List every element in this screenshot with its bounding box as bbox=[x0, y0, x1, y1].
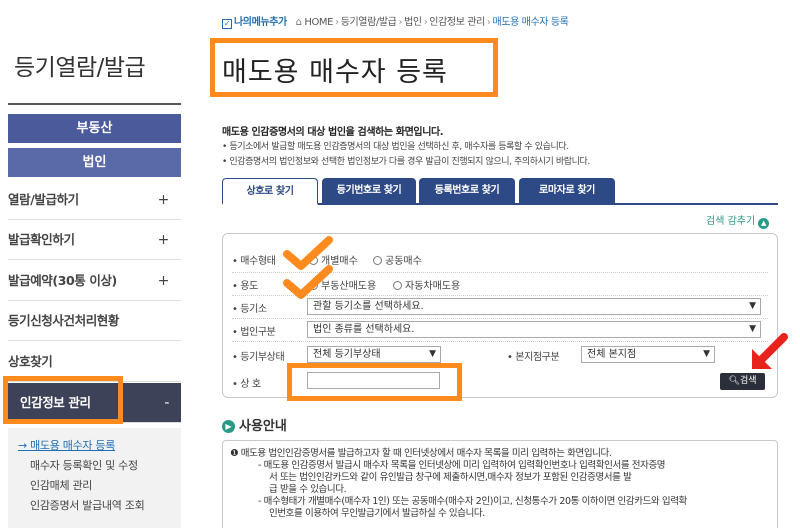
breadcrumb-corp[interactable]: 법인 bbox=[404, 17, 422, 28]
sidebar-item-label: 발급확인하기 bbox=[8, 232, 75, 247]
status-select-value: 전체 등기부상태 bbox=[313, 349, 381, 360]
usage-line: ❶ 매도용 법인인감증명서를 발급하고자 할 때 인터넷상에서 매수자 목록을 … bbox=[230, 448, 612, 459]
sidebar-item-label: 등기신청사건처리현황 bbox=[8, 313, 120, 328]
breadcrumb-current: 매도용 매수자 등록 bbox=[492, 17, 569, 28]
sidebar-title: 등기열람/발급 bbox=[14, 55, 146, 81]
highlight-name-input bbox=[287, 363, 462, 401]
usage-heading: ▶ 사용안내 bbox=[222, 415, 287, 434]
tab-by-name[interactable]: 상호로 찾기 bbox=[222, 178, 318, 205]
sidebar-btn-corp[interactable]: 법인 bbox=[8, 148, 181, 177]
description-line: • 등기소에서 발급할 매도용 인감증명서의 대상 법인을 선택하신 후, 매수… bbox=[222, 142, 569, 152]
add-my-menu-link[interactable]: 나의메뉴추가 bbox=[234, 17, 287, 28]
usage-line: 급 받을 수 있습니다. bbox=[269, 484, 347, 495]
radio-label: 자동차매도용 bbox=[405, 281, 461, 292]
chevron-up-icon: ▲ bbox=[758, 218, 770, 229]
chevron-down-icon: ▼ bbox=[429, 349, 436, 359]
office-select-value: 관할 등기소를 선택하세요. bbox=[313, 301, 424, 312]
submenu-seal-media[interactable]: 인감매체 관리 bbox=[18, 476, 181, 496]
expand-icon[interactable]: + bbox=[158, 180, 170, 220]
status-label: • 등기부상태 bbox=[232, 352, 285, 363]
sidebar-item-view-issue[interactable]: 열람/발급하기 + bbox=[8, 180, 181, 220]
status-select[interactable]: 전체 등기부상태 ▼ bbox=[307, 346, 441, 363]
chevron-right-icon: ▶ bbox=[222, 420, 235, 433]
sidebar-item-issue-check[interactable]: 발급확인하기 + bbox=[8, 220, 181, 260]
buyer-type-label: • 매수형태 bbox=[232, 256, 276, 267]
collapse-icon[interactable]: - bbox=[164, 383, 169, 423]
office-label: • 등기소 bbox=[232, 304, 267, 315]
tab-by-id-number[interactable]: 등록번호로 찾기 bbox=[419, 178, 515, 205]
corp-class-label: • 법인구분 bbox=[232, 327, 276, 338]
sidebar-item-issue-reserve[interactable]: 발급예약(30통 이상) + bbox=[8, 261, 181, 301]
submenu-issue-history[interactable]: 인감증명서 발급내역 조회 bbox=[18, 496, 181, 516]
expand-icon[interactable]: + bbox=[158, 261, 170, 301]
highlight-sidebar-seal-info bbox=[3, 376, 123, 424]
sidebar-item-label: 열람/발급하기 bbox=[8, 192, 79, 207]
description-heading: 매도용 인감증명서의 대상 법인을 검색하는 화면입니다. bbox=[222, 127, 444, 138]
highlight-page-title bbox=[210, 38, 498, 97]
breadcrumb-home[interactable]: HOME bbox=[304, 17, 333, 28]
submenu-buyer-register[interactable]: → 매도용 매수자 등록 bbox=[18, 436, 181, 456]
branch-select[interactable]: 전체 본지점 ▼ bbox=[581, 346, 715, 363]
tab-by-roman[interactable]: 로마자로 찾기 bbox=[519, 178, 615, 205]
search-button-label: 검색 bbox=[739, 376, 757, 386]
search-tabs: 상호로 찾기 등기번호로 찾기 등록번호로 찾기 로마자로 찾기 bbox=[222, 178, 778, 205]
collapse-search-label: 검색 감추기 bbox=[706, 216, 756, 227]
sidebar-item-label: 발급예약(30통 이상) bbox=[8, 273, 117, 288]
arrow-icon bbox=[752, 333, 788, 369]
submenu-buyer-check[interactable]: 매수자 등록확인 및 수정 bbox=[18, 456, 181, 476]
corp-class-select[interactable]: 법인 종류를 선택하세요. ▼ bbox=[307, 321, 761, 338]
usage-title-text: 사용안내 bbox=[239, 419, 287, 434]
search-icon: 🔍︎ bbox=[728, 376, 740, 386]
search-button[interactable]: 🔍︎검색 bbox=[720, 373, 765, 390]
collapse-search-toggle[interactable]: 검색 감추기 ▲ bbox=[706, 212, 770, 229]
branch-label: • 본지점구분 bbox=[507, 352, 560, 363]
description-line: • 인감증명서의 법인정보와 선택한 법인정보가 다를 경우 발급이 진행되지 … bbox=[222, 157, 590, 167]
home-icon[interactable]: ⌂ bbox=[296, 17, 302, 28]
breadcrumb-seal-info[interactable]: 인감정보 관리 bbox=[429, 17, 485, 28]
radio-icon[interactable] bbox=[393, 281, 402, 290]
breadcrumb-registry[interactable]: 등기열람/발급 bbox=[341, 17, 397, 28]
radio-label: 공동매수 bbox=[385, 256, 422, 267]
corp-class-row: • 법인구분 법인 종류를 선택하세요. ▼ bbox=[223, 319, 779, 341]
tab-by-reg-number[interactable]: 등기번호로 찾기 bbox=[322, 178, 416, 205]
usage-guide: ❶ 매도용 법인인감증명서를 발급하고자 할 때 인터넷상에서 매수자 목록을 … bbox=[222, 440, 778, 528]
sidebar-btn-property[interactable]: 부동산 bbox=[8, 114, 181, 143]
sidebar-divider bbox=[8, 103, 181, 105]
usage-line: - 매수형태가 개별매수(매수자 1인) 또는 공동매수(매수자 2인)이고, … bbox=[258, 496, 687, 507]
purpose-label: • 용도 bbox=[232, 281, 258, 292]
name-label: • 상 호 bbox=[232, 379, 261, 390]
chevron-down-icon: ▼ bbox=[703, 349, 710, 359]
radio-car-sale[interactable]: 자동차매도용 bbox=[393, 277, 460, 292]
corp-class-select-value: 법인 종류를 선택하세요. bbox=[313, 324, 415, 335]
usage-line: 서 또는 법인인감카드와 같이 유인발급 창구에 제출하시면,매수자 정보가 포… bbox=[269, 472, 632, 483]
branch-select-value: 전체 본지점 bbox=[587, 349, 637, 360]
breadcrumb: ✓ 나의메뉴추가 ⌂ HOME › 등기열람/발급 › 법인 › 인감정보 관리 › 매도용 매수… bbox=[222, 17, 569, 29]
checkbox-icon[interactable]: ✓ bbox=[222, 19, 232, 29]
sidebar-item-label: 상호찾기 bbox=[8, 354, 53, 369]
row-divider bbox=[232, 341, 768, 342]
sidebar-item-case-status[interactable]: 등기신청사건처리현황 bbox=[8, 301, 181, 341]
sidebar-submenu: → 매도용 매수자 등록 매수자 등록확인 및 수정 인감매체 관리 인감증명서… bbox=[8, 428, 181, 528]
usage-line: 인번호를 이용하여 무인발급기에서 발급하실 수 있습니다. bbox=[269, 508, 485, 519]
expand-icon[interactable]: + bbox=[158, 220, 170, 260]
chevron-down-icon: ▼ bbox=[749, 301, 756, 311]
check-mark-icon bbox=[283, 265, 333, 299]
radio-icon[interactable] bbox=[373, 256, 382, 265]
usage-line: - 매도용 인감증명서 발급시 매수자 목록을 인터넷상에 미리 입력하여 입력… bbox=[258, 460, 666, 471]
radio-joint[interactable]: 공동매수 bbox=[373, 252, 422, 267]
office-select[interactable]: 관할 등기소를 선택하세요. ▼ bbox=[307, 298, 761, 315]
